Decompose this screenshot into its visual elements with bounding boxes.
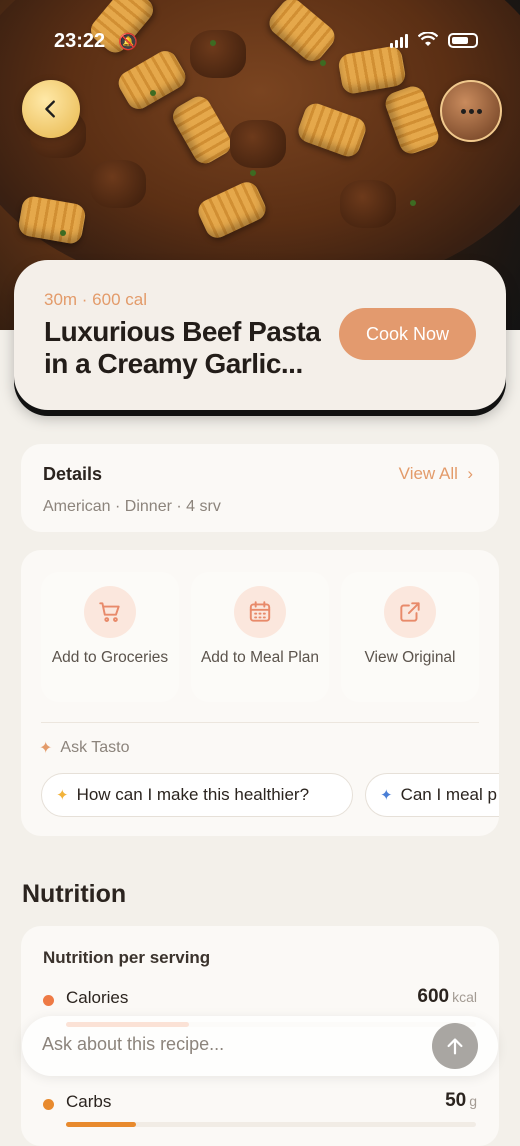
add-to-groceries-button[interactable]: Add to Groceries (41, 572, 179, 702)
sparkle-icon: ✦ (380, 787, 393, 804)
add-to-groceries-label: Add to Groceries (51, 649, 169, 666)
nutrition-row-calories: Calories 600 kcal (43, 986, 477, 1014)
arrow-up-icon (447, 1038, 463, 1055)
status-time: 23:22 (54, 30, 106, 52)
carbs-dot (43, 1099, 54, 1110)
suggestion-chip-label: How can I make this healthier? (76, 785, 310, 804)
add-to-meal-plan-button[interactable]: Add to Meal Plan (191, 572, 329, 702)
details-heading: Details (43, 464, 103, 484)
wifi-icon (418, 32, 438, 46)
recipe-title-line-2: in a Creamy Garlic... (44, 348, 303, 379)
actions-card: Add to Groceries Add to Meal Plan View O… (21, 550, 499, 836)
view-all-link[interactable]: View All › (399, 464, 473, 484)
recipe-meta: 30m · 600 cal (44, 290, 147, 309)
ellipsis-icon (460, 108, 482, 114)
nutrient-value: 50 g (445, 1090, 477, 1111)
back-button[interactable] (22, 80, 80, 138)
suggestion-chip-label: Can I meal p (400, 785, 497, 804)
chevron-right-icon: › (462, 464, 473, 483)
details-card[interactable]: Details View All › American · Dinner · 4… (21, 444, 499, 532)
status-bar: 23:22 🔕 (0, 28, 520, 58)
ask-recipe-input[interactable]: Ask about this recipe... (42, 1034, 224, 1055)
cook-now-button[interactable]: Cook Now (339, 308, 476, 360)
recipe-title: Luxurious Beef Pasta in a Creamy Garlic.… (44, 316, 334, 380)
view-original-label: View Original (364, 649, 456, 666)
carbs-progress-bar (66, 1122, 476, 1127)
ask-recipe-input-bar[interactable]: Ask about this recipe... (22, 1016, 498, 1076)
calendar-icon (234, 586, 286, 638)
nutrition-subheading: Nutrition per serving (43, 948, 211, 967)
sparkle-icon: ✦ (56, 787, 69, 804)
nutrient-name: Calories (66, 988, 129, 1007)
view-all-label: View All (398, 464, 458, 483)
recipe-title-card: 30m · 600 cal Luxurious Beef Pasta in a … (14, 260, 506, 410)
calories-dot (43, 995, 54, 1006)
more-options-button[interactable] (440, 80, 502, 142)
divider (41, 722, 479, 723)
nutrition-heading: Nutrition (22, 880, 127, 908)
details-subtitle: American · Dinner · 4 srv (43, 498, 221, 515)
suggestion-chip-healthier[interactable]: ✦ How can I make this healthier? (41, 773, 353, 817)
silent-bell-icon: 🔕 (118, 34, 138, 51)
nutrition-row-carbs: Carbs 50 g (43, 1090, 477, 1118)
external-link-icon (384, 586, 436, 638)
battery-icon (448, 32, 478, 48)
cart-icon (84, 586, 136, 638)
ask-tasto-label: Ask Tasto (60, 739, 130, 756)
nutrient-value: 600 kcal (417, 986, 477, 1007)
nutrient-name: Carbs (66, 1092, 112, 1111)
sparkles-icon: ✦ (39, 740, 53, 757)
suggestion-chip-meal-prep[interactable]: ✦ Can I meal p (365, 773, 499, 817)
add-to-meal-plan-label: Add to Meal Plan (200, 649, 320, 666)
cellular-signal-icon (390, 32, 408, 48)
send-button[interactable] (432, 1023, 478, 1069)
recipe-title-line-1: Luxurious Beef Pasta (44, 316, 321, 347)
chevron-left-icon (45, 100, 55, 118)
ask-tasto-header: ✦ Ask Tasto (39, 738, 129, 758)
view-original-button[interactable]: View Original (341, 572, 479, 702)
